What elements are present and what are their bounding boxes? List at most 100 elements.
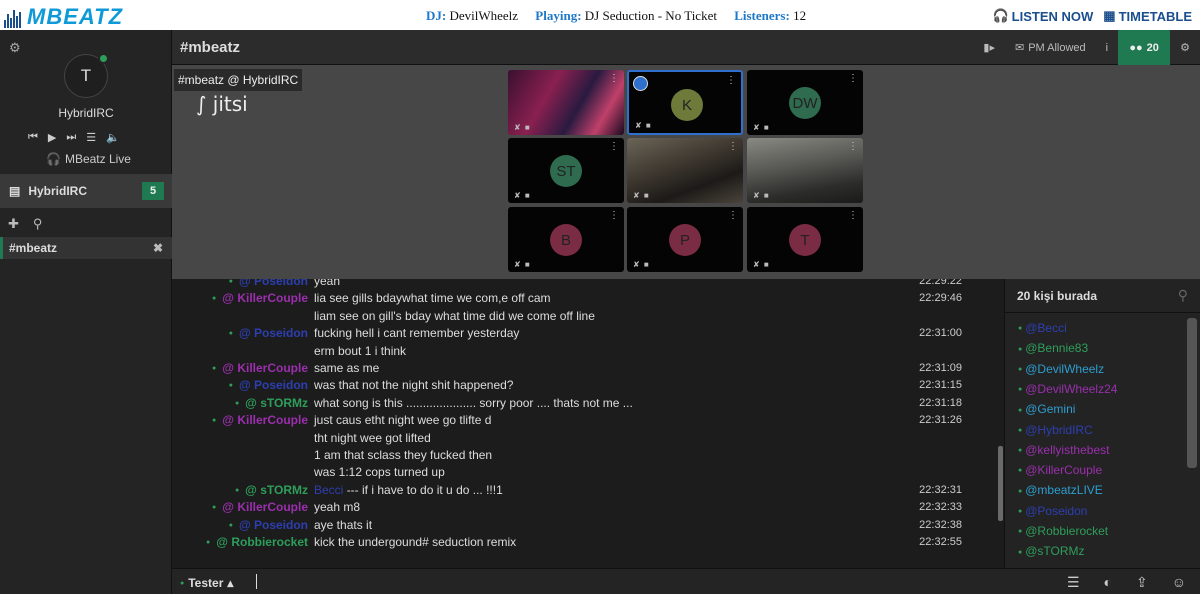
- user-list-item[interactable]: ● @Poseidon: [1018, 504, 1087, 518]
- user-list-item[interactable]: ● @mbeatzLIVE: [1018, 483, 1103, 497]
- user-name: @kellyisthebest: [1025, 442, 1110, 457]
- user-list-item[interactable]: ● @Bennie83: [1018, 341, 1088, 355]
- user-list-item[interactable]: ● @kellyisthebest: [1018, 443, 1109, 457]
- sidebar-item-mbeatz[interactable]: #mbeatz ✖: [0, 237, 172, 259]
- listen-now-link[interactable]: 🎧 LISTEN NOW: [992, 8, 1093, 24]
- online-status-icon: ●: [1018, 447, 1023, 455]
- chat-scrollbar[interactable]: [998, 446, 1003, 521]
- video-tile[interactable]: T ⋮ ✘ ■: [747, 207, 863, 272]
- user-list-item[interactable]: ● @DevilWheelz24: [1018, 382, 1117, 396]
- more-options-icon[interactable]: ⋮: [726, 75, 736, 86]
- online-status-icon: ●: [180, 579, 185, 587]
- user-list-item[interactable]: ● @DevilWheelz: [1018, 362, 1104, 376]
- video-tile-camera[interactable]: ⋮ ✘ ■: [627, 138, 743, 203]
- message-nick[interactable]: ● @ KillerCouple: [212, 500, 308, 517]
- channel-header: #mbeatz ▮▸ ✉ PM Allowed i ●● 20 ⚙: [172, 30, 1200, 65]
- muted-icon: ✘ ■: [514, 260, 531, 269]
- mention-link[interactable]: Becci: [314, 483, 343, 497]
- close-icon[interactable]: ✖: [153, 241, 163, 255]
- participant-avatar: ST: [550, 155, 582, 187]
- add-icon[interactable]: ✚: [8, 216, 19, 232]
- search-icon[interactable]: ⚲: [1178, 287, 1188, 304]
- timetable-link[interactable]: ▦ TIMETABLE: [1103, 8, 1192, 24]
- message-text: what song is this ..................... …: [314, 396, 633, 410]
- timetable-label: TIMETABLE: [1118, 8, 1192, 24]
- message-nick[interactable]: ● @ Robbierocket: [206, 535, 308, 552]
- more-options-icon[interactable]: ⋮: [848, 210, 858, 221]
- more-options-icon[interactable]: ⋮: [609, 141, 619, 152]
- message-text: fucking hell i cant remember yesterday: [314, 326, 520, 340]
- more-options-icon[interactable]: ⋮: [848, 73, 858, 84]
- more-options-icon[interactable]: ⋮: [609, 210, 619, 221]
- header-tools: ▮▸ ✉ PM Allowed i ●● 20 ⚙: [973, 30, 1200, 65]
- next-icon[interactable]: ⏭: [66, 131, 76, 144]
- user-list-item[interactable]: ● @sTORMz: [1018, 544, 1085, 558]
- video-tile[interactable]: B ⋮ ✘ ■: [508, 207, 624, 272]
- message-nick[interactable]: ● @ Poseidon: [229, 518, 308, 535]
- video-tile-camera[interactable]: ⋮ ✘ ■: [508, 70, 624, 135]
- message-nick[interactable]: ● @ Poseidon: [229, 326, 308, 343]
- page-title: #mbeatz: [180, 39, 241, 56]
- settings-gear-icon[interactable]: ⚙: [9, 40, 21, 56]
- online-status-icon: ●: [1018, 528, 1023, 536]
- online-status-icon: ●: [234, 487, 240, 495]
- nick-selector[interactable]: ● Tester ▴: [180, 576, 233, 590]
- user-list-scrollbar[interactable]: [1187, 318, 1197, 468]
- user-list-item[interactable]: ● @HybridIRC: [1018, 423, 1093, 437]
- message-text: same as me: [314, 361, 380, 375]
- message-nick[interactable]: ● @ sTORMz: [235, 396, 308, 413]
- message-body: --- if i have to do it u do ... !!!1: [346, 483, 503, 497]
- user-list-toggle[interactable]: ●● 20: [1118, 30, 1171, 65]
- video-tile[interactable]: P ⋮ ✘ ■: [627, 207, 743, 272]
- top-nav: 🎧 LISTEN NOW ▦ TIMETABLE: [992, 8, 1192, 24]
- video-tile[interactable]: ST ⋮ ✘ ■: [508, 138, 624, 203]
- message-nick[interactable]: ● @ sTORMz: [235, 483, 308, 500]
- message-input[interactable]: [256, 574, 257, 589]
- message-nick[interactable]: ● @ KillerCouple: [212, 291, 308, 308]
- online-status-icon: ●: [234, 400, 240, 408]
- caret-up-icon: ▴: [227, 576, 234, 590]
- emoji-icon[interactable]: ☺: [1172, 574, 1186, 591]
- user-list-item[interactable]: ● @Robbierocket: [1018, 524, 1108, 538]
- muted-icon: ✘ ■: [633, 191, 650, 200]
- mbeatz-logo[interactable]: MBEATZ: [4, 4, 123, 28]
- upload-icon[interactable]: ⇪: [1136, 574, 1148, 591]
- more-options-icon[interactable]: ⋮: [609, 73, 619, 84]
- listeners-label: Listeners:: [734, 8, 790, 23]
- more-options-icon[interactable]: ⋮: [848, 141, 858, 152]
- message-nick[interactable]: ● @ Poseidon: [229, 279, 308, 291]
- message-nick[interactable]: ● @ KillerCouple: [212, 361, 308, 378]
- play-icon[interactable]: ▶: [48, 131, 56, 144]
- avatar[interactable]: T: [64, 53, 109, 98]
- nick-label: @ Poseidon: [238, 279, 308, 288]
- radio-station[interactable]: 🎧 MBeatz Live: [46, 152, 131, 166]
- user-list-item[interactable]: ● @Becci: [1018, 321, 1067, 335]
- nick-label: @ KillerCouple: [222, 291, 308, 305]
- message-timestamp: 22:32:55: [919, 536, 962, 548]
- video-call-button[interactable]: ▮▸: [973, 30, 1005, 65]
- channel-settings-button[interactable]: ⚙: [1170, 30, 1200, 65]
- online-status-icon: ●: [212, 504, 217, 512]
- message-nick[interactable]: ● @ KillerCouple: [212, 413, 308, 430]
- search-icon[interactable]: ⚲: [33, 216, 43, 232]
- more-options-icon[interactable]: ⋮: [728, 141, 738, 152]
- menu-icon[interactable]: ☰: [1067, 574, 1080, 591]
- contrast-icon[interactable]: ◐: [1104, 574, 1112, 591]
- more-options-icon[interactable]: ⋮: [728, 210, 738, 221]
- video-tile[interactable]: K ⋮ ✘ ■: [627, 70, 743, 135]
- user-list-item[interactable]: ● @Gemini: [1018, 402, 1075, 416]
- envelope-icon: ✉: [1014, 42, 1025, 54]
- volume-icon[interactable]: 🔈: [106, 131, 120, 144]
- previous-icon[interactable]: ⏮: [28, 131, 38, 144]
- user-name: @DevilWheelz24: [1025, 381, 1118, 396]
- participant-avatar: P: [669, 224, 701, 256]
- video-tile[interactable]: DW ⋮ ✘ ■: [747, 70, 863, 135]
- message-nick[interactable]: ● @ Poseidon: [229, 378, 308, 395]
- message-text: was that not the night shit happened?: [314, 378, 514, 392]
- info-button[interactable]: i: [1096, 30, 1118, 65]
- playlist-icon[interactable]: ☰: [86, 131, 96, 144]
- video-tile-camera[interactable]: ⋮ ✘ ■: [747, 138, 863, 203]
- network-item[interactable]: ▤ HybridIRC 5: [0, 174, 172, 208]
- user-list-item[interactable]: ● @KillerCouple: [1018, 463, 1102, 477]
- pm-allowed-button[interactable]: ✉ PM Allowed: [1005, 30, 1096, 65]
